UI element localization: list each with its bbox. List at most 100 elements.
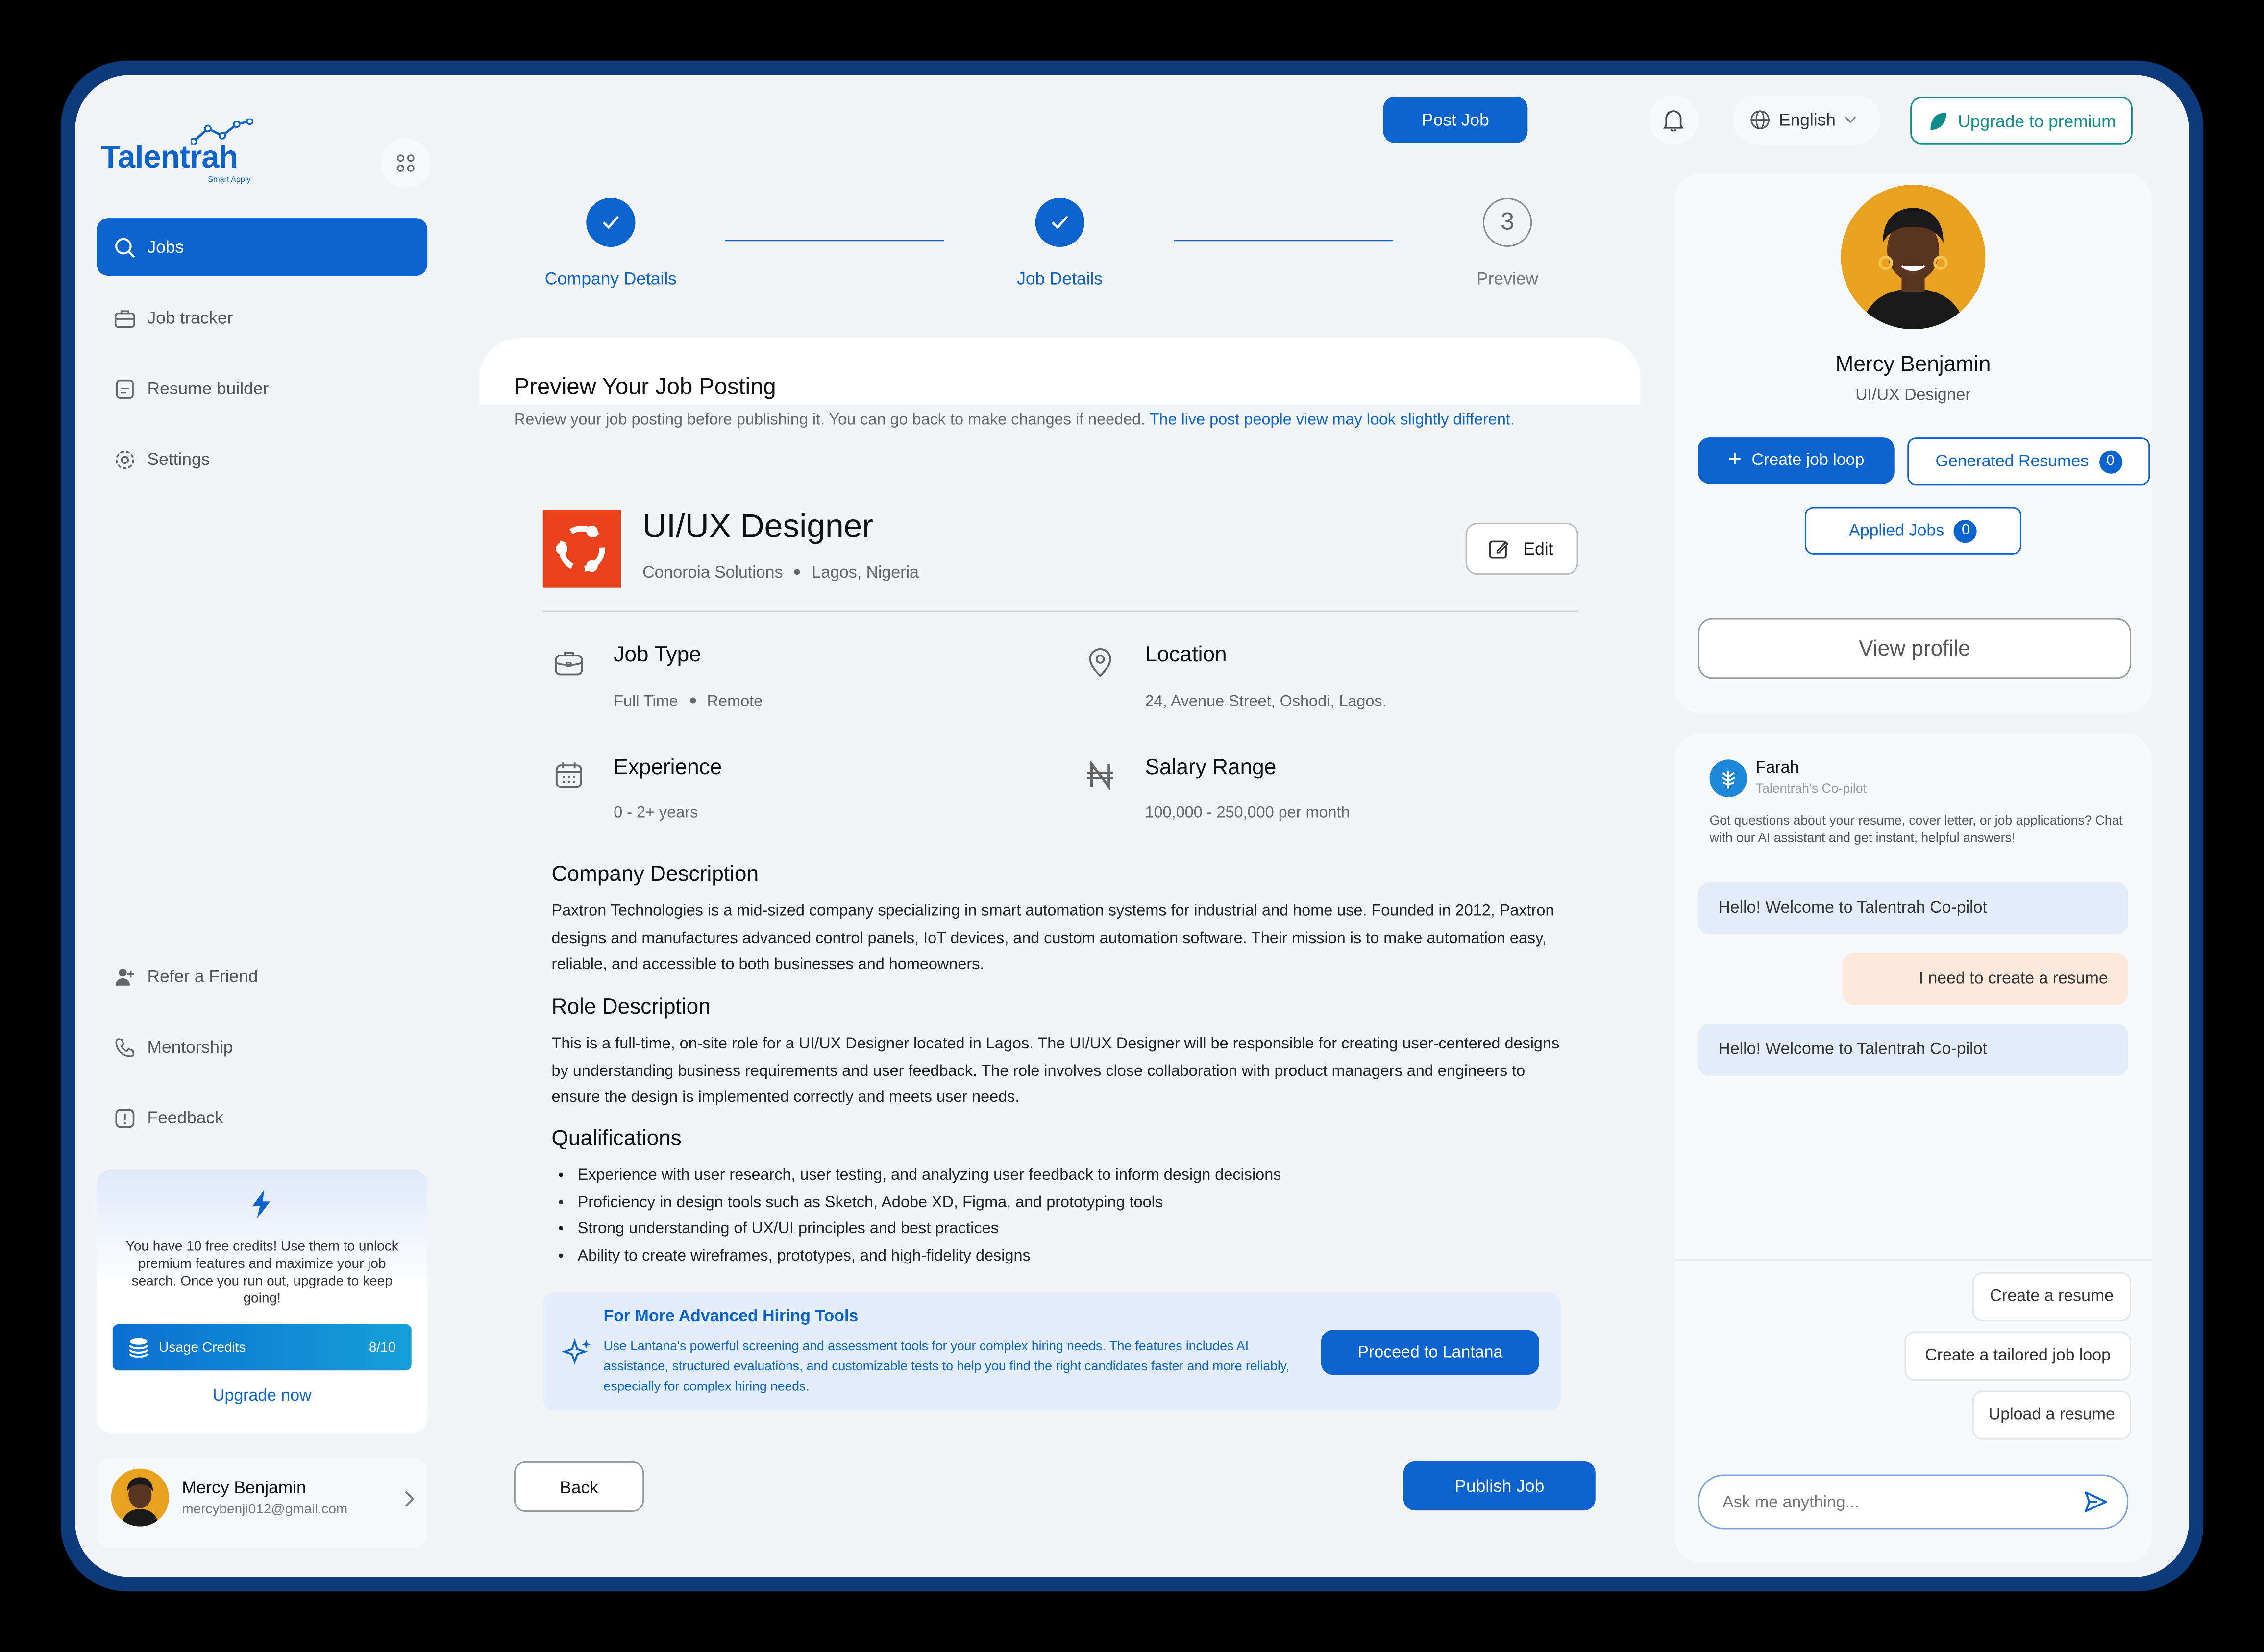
step-3-circle: 3 — [1482, 197, 1532, 247]
applied-jobs-button[interactable]: Applied Jobs 0 — [1805, 507, 2021, 555]
company-description-heading: Company Description — [551, 862, 759, 887]
job-type-value-1: Full Time — [614, 693, 678, 711]
back-button[interactable]: Back — [514, 1461, 644, 1512]
sidebar-item-resume-builder[interactable]: Resume builder — [97, 360, 427, 417]
suggestion-create-resume[interactable]: Create a resume — [1972, 1272, 2131, 1322]
sidebar-item-refer-a-friend[interactable]: Refer a Friend — [97, 947, 427, 1005]
tree-icon — [1721, 771, 1735, 789]
generated-resumes-button[interactable]: Generated Resumes 0 — [1907, 437, 2150, 486]
list-item: Proficiency in design tools such as Sket… — [578, 1189, 1565, 1216]
chat-message-text: Hello! Welcome to Talentrah Co-pilot — [1718, 1041, 1987, 1059]
separator-dot — [689, 697, 696, 704]
sparkle-icon — [562, 1338, 591, 1365]
sidebar-item-label: Job tracker — [147, 307, 233, 328]
create-job-loop-button[interactable]: + Create job loop — [1698, 437, 1895, 484]
step-connector — [725, 240, 944, 242]
sidebar-user-card[interactable]: Mercy Benjamin mercybenji012@gmail.com — [97, 1458, 428, 1548]
applied-jobs-count: 0 — [1954, 519, 1977, 542]
list-item: Experience with user research, user test… — [578, 1163, 1565, 1190]
notification-button[interactable] — [1649, 95, 1698, 145]
company-description-text: Paxtron Technologies is a mid-sized comp… — [551, 902, 1554, 973]
send-icon[interactable] — [2084, 1490, 2108, 1513]
sidebar-item-jobs[interactable]: Jobs — [97, 218, 428, 276]
chat-message-text: I need to create a resume — [1919, 970, 2108, 988]
profile-avatar — [1841, 185, 1986, 330]
role-description-text: This is a full-time, on-site role for a … — [551, 1035, 1560, 1106]
user-plus-icon — [113, 965, 136, 988]
applied-jobs-label: Applied Jobs — [1849, 522, 1944, 539]
company-logo-icon — [556, 525, 605, 572]
publish-job-button[interactable]: Publish Job — [1403, 1461, 1596, 1511]
upgrade-premium-button[interactable]: Upgrade to premium — [1910, 97, 2133, 145]
profile-card: Mercy Benjamin UI/UX Designer + Create jo… — [1674, 173, 2152, 714]
suggestion-create-tailored-job-loop[interactable]: Create a tailored job loop — [1904, 1331, 2131, 1381]
step-3-label: Preview — [1477, 268, 1538, 289]
step-1-label: Company Details — [544, 268, 677, 289]
proceed-to-lantana-button[interactable]: Proceed to Lantana — [1321, 1330, 1539, 1375]
upgrade-premium-label: Upgrade to premium — [1958, 110, 2116, 131]
phone-icon — [113, 1035, 136, 1058]
sidebar-item-label: Mentorship — [147, 1037, 233, 1057]
app-logo[interactable]: Talentrah — [101, 139, 238, 176]
bot-subtitle: Talentrah's Co-pilot — [1755, 781, 1867, 796]
edit-icon — [1489, 540, 1509, 559]
qualifications-list: Experience with user research, user test… — [552, 1163, 1565, 1269]
job-type-value-2: Remote — [707, 693, 763, 711]
profile-role: UI/UX Designer — [1855, 387, 1971, 405]
chat-message-text: Hello! Welcome to Talentrah Co-pilot — [1718, 899, 1987, 917]
chat-intro: Got questions about your resume, cover l… — [1709, 813, 2123, 845]
step-connector — [1174, 240, 1394, 242]
job-type-value: Full Time Remote — [614, 693, 763, 710]
chat-message-bot: Hello! Welcome to Talentrah Co-pilot — [1698, 882, 2129, 935]
sidebar-item-mentorship[interactable]: Mentorship — [97, 1018, 427, 1076]
bot-name: Farah — [1755, 759, 1799, 777]
usage-credits-bar[interactable]: Usage Credits 8/10 — [112, 1324, 412, 1371]
sidebar-item-settings[interactable]: Settings — [97, 430, 427, 488]
leaf-icon — [1930, 112, 1946, 129]
page-subtitle-text: Review your job posting before publishin… — [514, 412, 1146, 429]
sidebar: Talentrah Smart Apply Jobs Job tracker R… — [75, 75, 439, 1577]
company-logo — [542, 510, 621, 588]
sidebar-item-job-tracker[interactable]: Job tracker — [97, 289, 427, 347]
bell-icon — [1663, 110, 1684, 132]
upgrade-now-link[interactable]: Upgrade now — [97, 1388, 427, 1405]
chat-input[interactable] — [1720, 1487, 2072, 1519]
view-profile-button[interactable]: View profile — [1698, 618, 2131, 679]
advanced-tools-text: Use Lantana's powerful screening and ass… — [603, 1338, 1290, 1394]
grid-dots-icon — [397, 154, 415, 172]
gear-icon — [113, 448, 136, 471]
lightning-icon — [252, 1190, 270, 1219]
location-label: Location — [1145, 642, 1227, 667]
generated-resumes-label: Generated Resumes — [1935, 453, 2089, 470]
separator-dot — [794, 569, 800, 575]
job-location: Lagos, Nigeria — [812, 564, 919, 582]
credits-card: You have 10 free credits! Use them to un… — [97, 1169, 428, 1433]
chevron-down-icon — [1845, 116, 1857, 123]
sidebar-user-email: mercybenji012@gmail.com — [182, 1502, 348, 1518]
bot-avatar — [1709, 759, 1747, 798]
post-job-button[interactable]: Post Job — [1383, 97, 1528, 143]
chat-message-user: I need to create a resume — [1842, 953, 2129, 1005]
language-selector[interactable]: English — [1732, 95, 1880, 145]
step-2-circle — [1035, 197, 1084, 247]
chat-message-bot: Hello! Welcome to Talentrah Co-pilot — [1698, 1023, 2129, 1076]
role-description-heading: Role Description — [551, 995, 711, 1020]
chat-input-wrapper — [1698, 1474, 2129, 1530]
sidebar-item-label: Settings — [147, 449, 210, 469]
step-3-number: 3 — [1501, 208, 1515, 236]
sidebar-item-feedback[interactable]: Feedback — [97, 1089, 427, 1146]
avatar — [111, 1468, 169, 1527]
chevron-right-icon — [405, 1491, 415, 1507]
salary-label: Salary Range — [1145, 755, 1277, 780]
apps-grid-button[interactable] — [381, 138, 431, 188]
suggestion-upload-resume[interactable]: Upload a resume — [1972, 1390, 2131, 1440]
salary-value: 100,000 - 250,000 per month — [1145, 804, 1350, 822]
language-label: English — [1779, 110, 1836, 130]
divider — [1674, 1259, 2152, 1261]
usage-credits-value: 8/10 — [369, 1339, 396, 1356]
search-icon — [113, 235, 136, 258]
company-name: Conoroia Solutions — [642, 564, 783, 582]
app-logo-subtitle: Smart Apply — [208, 176, 251, 185]
edit-button[interactable]: Edit — [1465, 523, 1578, 575]
generated-resumes-count: 0 — [2098, 450, 2122, 473]
